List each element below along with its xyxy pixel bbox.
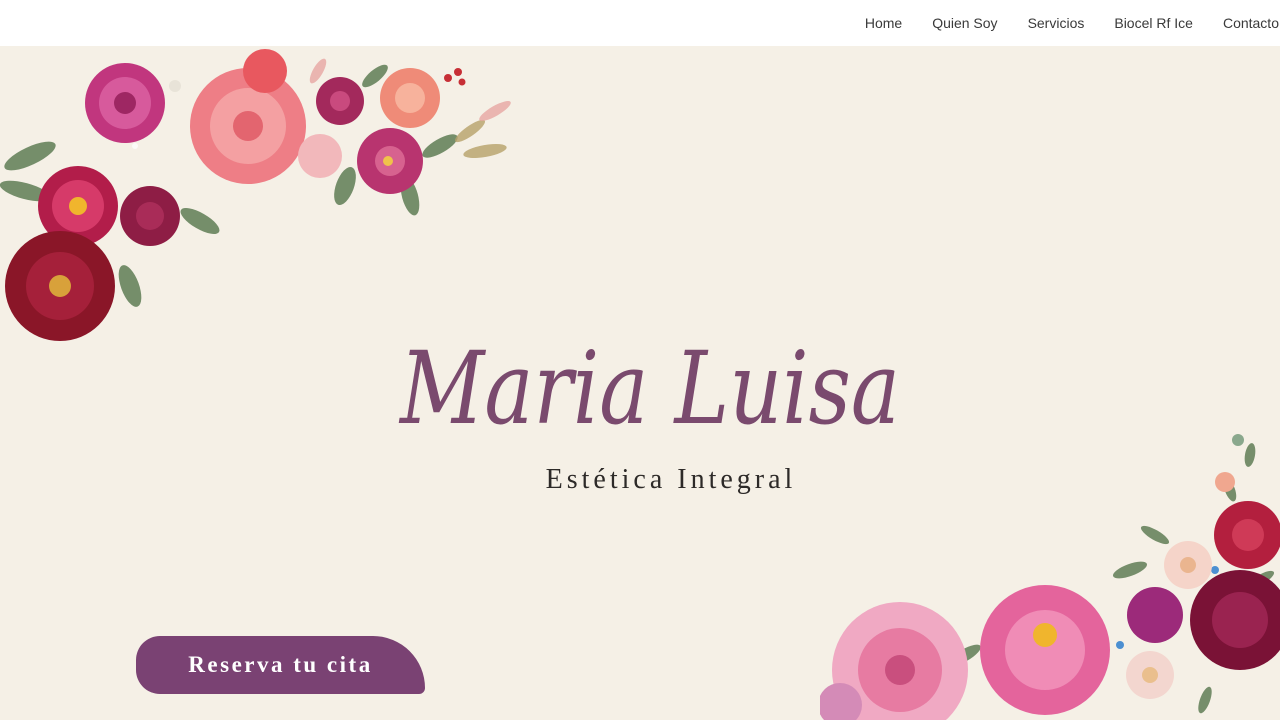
brand-name: Maria Luisa [398,330,900,447]
brand-logo: Maria Luisa [398,330,900,447]
main-nav: Home Quien Soy Servicios Biocel Rf Ice C… [850,0,1280,46]
nav-quien-soy[interactable]: Quien Soy [917,15,1012,31]
floral-decoration-top-left [0,49,511,341]
nav-biocel-rf-ice[interactable]: Biocel Rf Ice [1099,15,1208,31]
brand-subtitle: Estética Integral [545,464,797,495]
hero-section: Maria Luisa Estética Integral Reserva tu… [0,46,1280,720]
top-navbar: Home Quien Soy Servicios Biocel Rf Ice C… [0,0,1280,46]
nav-servicios[interactable]: Servicios [1013,15,1100,31]
book-appointment-button[interactable]: Reserva tu cita [136,636,425,694]
nav-contacto[interactable]: Contacto [1208,15,1280,31]
nav-home[interactable]: Home [850,15,917,31]
